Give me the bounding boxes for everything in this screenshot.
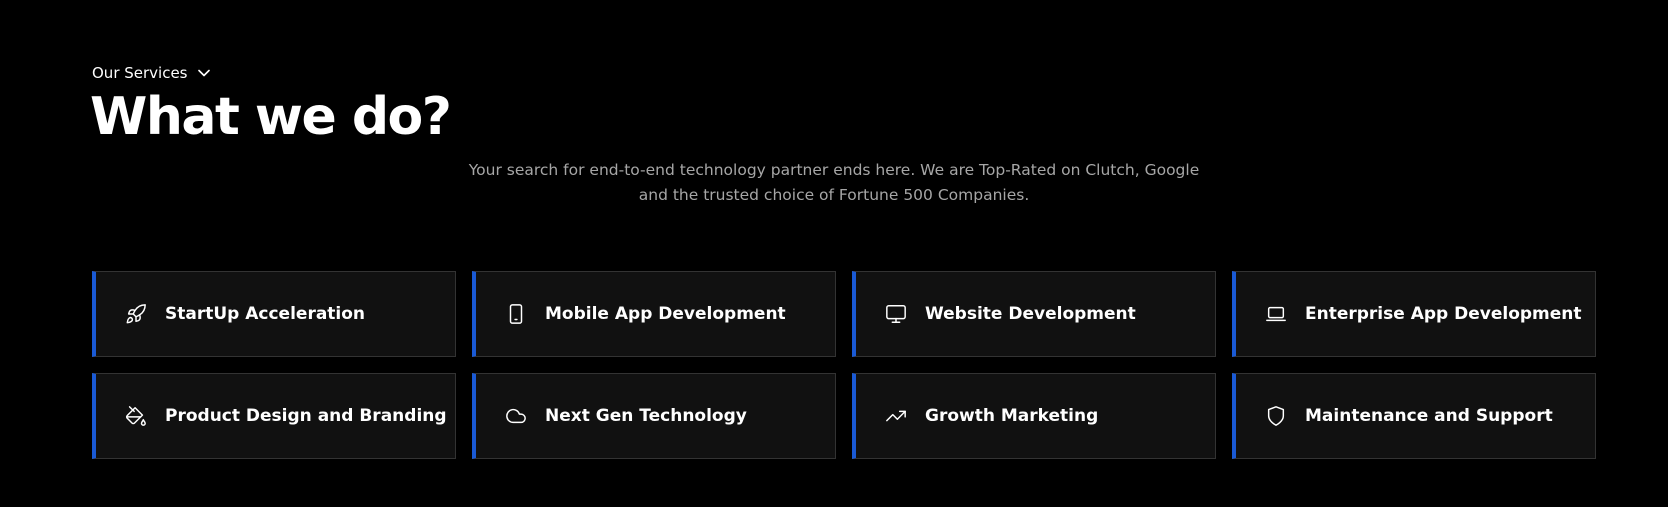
our-services-dropdown[interactable]: Our Services xyxy=(92,64,210,82)
service-label: StartUp Acceleration xyxy=(165,304,366,324)
services-grid: StartUp Acceleration Mobile App Developm… xyxy=(92,271,1596,459)
section-description: Your search for end-to-end technology pa… xyxy=(0,158,1668,208)
service-card-growth-marketing[interactable]: Growth Marketing xyxy=(852,373,1216,459)
laptop-icon xyxy=(1264,302,1288,326)
service-card-product-design-and-branding[interactable]: Product Design and Branding xyxy=(92,373,456,459)
chevron-down-icon xyxy=(197,69,210,77)
smartphone-icon xyxy=(504,302,528,326)
page-title: What we do? xyxy=(90,87,452,147)
services-section: Our Services What we do? Your search for… xyxy=(0,0,1668,507)
monitor-icon xyxy=(884,302,908,326)
service-label: Product Design and Branding xyxy=(165,406,447,426)
service-card-mobile-app-development[interactable]: Mobile App Development xyxy=(472,271,836,357)
service-card-website-development[interactable]: Website Development xyxy=(852,271,1216,357)
cloud-icon xyxy=(504,404,528,428)
service-label: Maintenance and Support xyxy=(1305,406,1553,426)
service-label: Growth Marketing xyxy=(925,406,1099,426)
paint-bucket-icon xyxy=(124,404,148,428)
service-label: Next Gen Technology xyxy=(545,406,747,426)
service-card-startup-acceleration[interactable]: StartUp Acceleration xyxy=(92,271,456,357)
service-card-next-gen-technology[interactable]: Next Gen Technology xyxy=(472,373,836,459)
service-label: Website Development xyxy=(925,304,1136,324)
service-card-maintenance-and-support[interactable]: Maintenance and Support xyxy=(1232,373,1596,459)
description-line-2: and the trusted choice of Fortune 500 Co… xyxy=(638,186,1030,204)
shield-icon xyxy=(1264,404,1288,428)
description-line-1: Your search for end-to-end technology pa… xyxy=(468,161,1200,179)
service-card-enterprise-app-development[interactable]: Enterprise App Development xyxy=(1232,271,1596,357)
service-label: Mobile App Development xyxy=(545,304,786,324)
trending-up-icon xyxy=(884,404,908,428)
rocket-icon xyxy=(124,302,148,326)
service-label: Enterprise App Development xyxy=(1305,304,1582,324)
eyebrow-label: Our Services xyxy=(92,64,188,82)
